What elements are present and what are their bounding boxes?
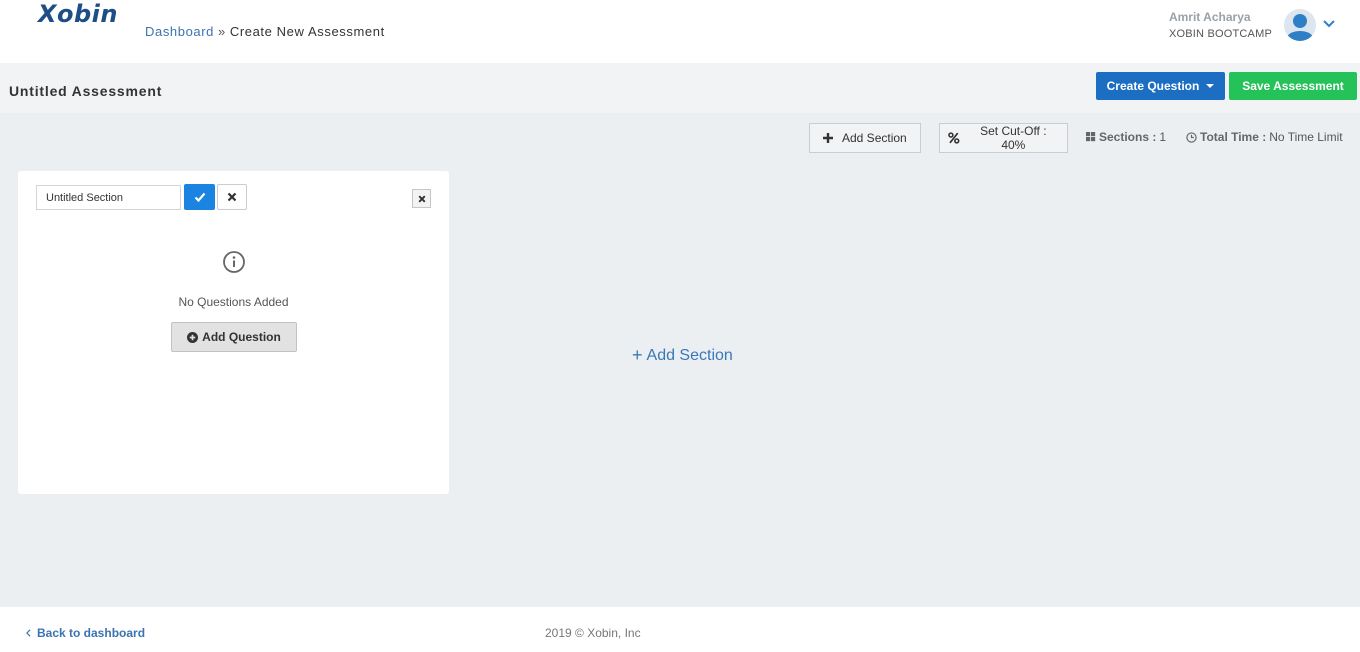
sections-label: Sections : xyxy=(1099,130,1157,144)
breadcrumb-current: Create New Assessment xyxy=(229,24,385,39)
assessment-titlebar: Untitled Assessment Create Question Save… xyxy=(0,63,1360,113)
remove-section-button[interactable] xyxy=(412,189,431,208)
assessment-title[interactable]: Untitled Assessment xyxy=(9,83,162,99)
breadcrumb-separator: » xyxy=(218,24,226,39)
add-question-label: Add Question xyxy=(202,330,281,344)
breadcrumb-dashboard-link[interactable]: Dashboard xyxy=(145,24,214,39)
sections-count: Sections : 1 xyxy=(1086,130,1166,144)
add-section-link-label: Add Section xyxy=(646,346,733,364)
xobin-logo[interactable]: Xobin xyxy=(38,0,118,28)
main-workspace: Add Section Set Cut-Off : 40% Sections :… xyxy=(0,113,1360,607)
user-name: Amrit Acharya xyxy=(1168,10,1251,24)
chevron-left-icon xyxy=(26,629,31,637)
set-cutoff-button[interactable]: Set Cut-Off : 40% xyxy=(939,123,1068,153)
create-question-button[interactable]: Create Question xyxy=(1096,72,1225,100)
save-assessment-button[interactable]: Save Assessment xyxy=(1229,72,1357,100)
section-card: No Questions Added Add Question xyxy=(18,171,449,494)
percent-icon xyxy=(948,132,960,144)
user-info[interactable]: Amrit Acharya XOBIN BOOTCAMP xyxy=(1169,10,1272,40)
breadcrumb: Dashboard » Create New Assessment xyxy=(145,24,385,39)
sections-value: 1 xyxy=(1159,130,1167,144)
add-section-button[interactable]: Add Section xyxy=(809,123,921,153)
footer: Back to dashboard 2019 © Xobin, Inc xyxy=(0,607,1360,652)
total-time: Total Time : No Time Limit xyxy=(1186,130,1343,144)
add-section-label: Add Section xyxy=(842,131,907,145)
plus-icon: + xyxy=(632,345,643,365)
close-icon xyxy=(227,192,237,202)
create-question-label: Create Question xyxy=(1106,79,1200,93)
add-question-button[interactable]: Add Question xyxy=(171,322,297,352)
chevron-down-icon[interactable] xyxy=(1322,17,1336,29)
confirm-section-name-button[interactable] xyxy=(184,184,215,210)
cancel-section-name-button[interactable] xyxy=(217,184,247,210)
clock-icon xyxy=(1186,131,1197,143)
total-time-label: Total Time : xyxy=(1200,130,1267,144)
total-time-value: No Time Limit xyxy=(1269,130,1343,144)
check-icon xyxy=(194,192,205,203)
caret-down-icon xyxy=(1206,84,1215,88)
top-header: Xobin Dashboard » Create New Assessment … xyxy=(0,0,1360,63)
plus-circle-icon xyxy=(187,331,199,343)
empty-state-message: No Questions Added xyxy=(178,295,289,309)
user-org: XOBIN BOOTCAMP xyxy=(1168,28,1272,40)
back-to-dashboard-label: Back to dashboard xyxy=(37,626,146,640)
user-avatar-icon[interactable] xyxy=(1284,9,1316,41)
info-icon xyxy=(223,251,245,273)
section-name-input[interactable] xyxy=(36,185,181,210)
copyright-text: 2019 © Xobin, Inc xyxy=(545,626,641,640)
back-to-dashboard-link[interactable]: Back to dashboard xyxy=(26,626,145,640)
close-icon xyxy=(418,195,425,202)
grid-icon xyxy=(1086,132,1096,142)
plus-icon xyxy=(823,133,833,143)
add-section-link[interactable]: + Add Section xyxy=(632,345,733,366)
cutoff-label: Set Cut-Off : 40% xyxy=(980,124,1047,152)
